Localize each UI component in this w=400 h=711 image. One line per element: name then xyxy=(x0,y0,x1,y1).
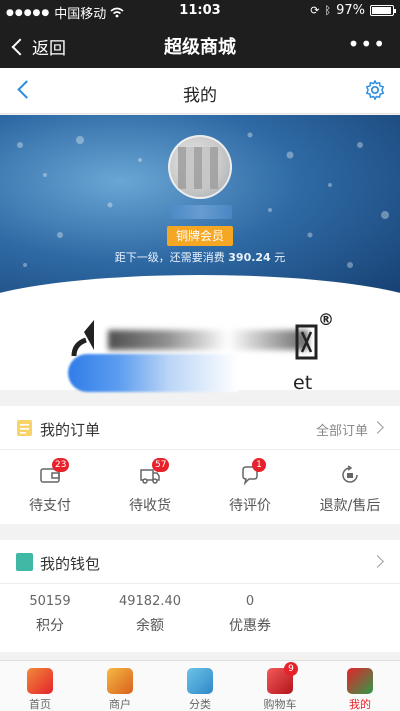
refund-cycle-icon xyxy=(342,465,358,483)
username-redacted xyxy=(170,205,232,219)
order-pending-payment[interactable]: 23 待支付 xyxy=(0,450,100,524)
order-label: 待支付 xyxy=(29,498,71,514)
tab-label: 购物车 xyxy=(263,698,297,711)
chevron-right-icon xyxy=(371,421,384,434)
tab-label: 分类 xyxy=(189,698,211,711)
order-count-badge: 57 xyxy=(152,458,170,472)
tab-merchants[interactable]: 商户 xyxy=(80,661,160,711)
cart-count-badge: 9 xyxy=(284,662,298,676)
orders-header[interactable]: 我的订单 全部订单 xyxy=(0,406,400,450)
order-label: 待收货 xyxy=(129,498,171,514)
orders-card: 我的订单 全部订单 23 待支付 57 待收货 1 待评价 退款/售后 xyxy=(0,406,400,524)
tab-label: 首页 xyxy=(29,698,51,711)
order-label: 退款/售后 xyxy=(319,498,381,514)
logo-area: et ® xyxy=(0,300,400,394)
battery-icon xyxy=(370,5,396,16)
category-bag-icon xyxy=(187,668,213,694)
home-icon xyxy=(27,668,53,694)
wallet-value: 49182.40 xyxy=(118,594,182,609)
member-level-badge: 铜牌会员 xyxy=(167,226,233,246)
wallet-label: 积分 xyxy=(36,618,64,634)
registered-mark: ® xyxy=(318,310,334,329)
browser-title-bar: 返回 超级商城 ••• xyxy=(0,22,400,68)
next-level-hint: 距下一级，还需要消费 390.24 元 xyxy=(114,251,286,264)
wallet-coupons[interactable]: 0 优惠券 xyxy=(200,594,300,635)
next-level-amount: 390.24 xyxy=(228,251,271,264)
order-count-badge: 1 xyxy=(252,458,266,472)
profile-banner: 铜牌会员 距下一级，还需要消费 390.24 元 xyxy=(0,115,400,305)
wallet-balance[interactable]: 49182.40 余额 xyxy=(100,594,200,635)
chevron-right-icon xyxy=(371,555,384,568)
wallet-label: 余额 xyxy=(136,618,164,634)
logo-bracket-shape xyxy=(295,324,318,360)
tab-categories[interactable]: 分类 xyxy=(160,661,240,711)
logo-blue-swoosh xyxy=(68,354,238,392)
all-orders-link[interactable]: 全部订单 xyxy=(316,420,368,439)
settings-gear-icon[interactable] xyxy=(364,79,386,101)
avatar[interactable] xyxy=(168,135,232,199)
wallet-card: 我的钱包 50159 积分 49182.40 余额 0 优惠券 xyxy=(0,540,400,652)
order-label: 待评价 xyxy=(229,498,271,514)
logo-suffix: et xyxy=(293,372,313,394)
tab-label: 我的 xyxy=(349,698,371,711)
orders-title: 我的订单 xyxy=(40,421,101,439)
logo-text-redacted xyxy=(108,330,308,350)
status-bar: ●●●●● 中国移动 11:03 ⟳ ᛒ 97% xyxy=(0,0,400,22)
wallet-header[interactable]: 我的钱包 xyxy=(0,540,400,584)
wallet-points[interactable]: 50159 积分 xyxy=(0,594,100,635)
app-title: 超级商城 xyxy=(164,37,236,58)
order-pending-receipt[interactable]: 57 待收货 xyxy=(100,450,200,524)
bluetooth-icon: ᛒ xyxy=(324,4,332,17)
tab-me[interactable]: 我的 xyxy=(320,661,400,711)
wallet-value: 50159 xyxy=(29,594,71,609)
tab-cart[interactable]: 9 购物车 xyxy=(240,661,320,711)
merchant-icon xyxy=(107,668,133,694)
page-title: 我的 xyxy=(183,86,217,106)
order-list-icon xyxy=(17,420,32,436)
rotation-lock-icon: ⟳ xyxy=(310,4,320,17)
tab-label: 商户 xyxy=(109,698,131,711)
order-refund[interactable]: 退款/售后 xyxy=(300,450,400,524)
wallet-value: 0 xyxy=(245,594,255,609)
order-count-badge: 23 xyxy=(52,458,70,472)
profile-stocking-icon xyxy=(347,668,373,694)
battery-percent: 97% xyxy=(336,3,365,18)
brand-logo: et ® xyxy=(68,310,338,394)
wallet-icon xyxy=(16,553,33,571)
page-header: 我的 xyxy=(0,68,400,114)
wallet-title: 我的钱包 xyxy=(40,555,101,573)
wallet-label: 优惠券 xyxy=(229,618,271,634)
more-menu-button[interactable]: ••• xyxy=(348,32,386,56)
bottom-tab-bar: 首页 商户 分类 9 购物车 我的 xyxy=(0,660,400,711)
tab-home[interactable]: 首页 xyxy=(0,661,80,711)
order-pending-review[interactable]: 1 待评价 xyxy=(200,450,300,524)
